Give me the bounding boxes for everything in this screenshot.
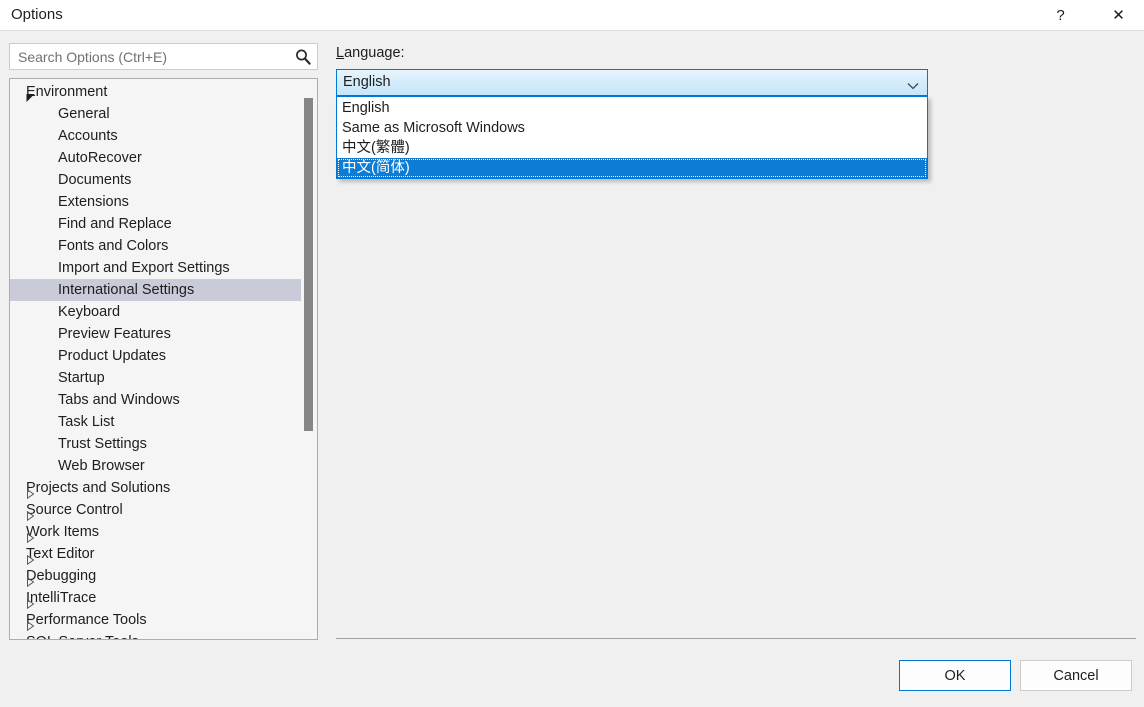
language-combobox[interactable]: English [336,69,928,96]
language-label: Language: [336,45,405,61]
dropdown-option[interactable]: 中文(简体) [337,158,927,178]
help-button[interactable]: ? [1038,0,1083,31]
tree-item-source-control[interactable]: Source Control [10,499,302,522]
tree-item-label: Startup [58,370,105,386]
tree-item-documents[interactable]: Documents [10,169,302,191]
tree-item-label: Performance Tools [26,612,147,628]
tree-item-tabs-and-windows[interactable]: Tabs and Windows [10,389,302,411]
tree-item-performance-tools[interactable]: Performance Tools [10,609,302,632]
triangle-right-icon[interactable] [26,506,36,522]
language-dropdown-list[interactable]: English Same as Microsoft Windows 中文(繁體) 中文… [336,96,928,179]
title-bar: Options ? ✕ [0,0,1144,31]
tree-item-label: Preview Features [58,326,171,342]
tree-item-accounts[interactable]: Accounts [10,125,302,147]
tree-scrollbar[interactable] [301,80,316,639]
tree-item-label: Import and Export Settings [58,260,230,276]
tree-item-label: IntelliTrace [26,590,97,606]
search-box[interactable] [9,43,318,70]
tree-item-task-list[interactable]: Task List [10,411,302,433]
options-tree-list: Environment General Accounts AutoRecover Doc… [10,81,302,639]
footer-separator [336,638,1136,639]
tree-item-text-editor[interactable]: Text Editor [10,543,302,566]
close-icon: ✕ [1112,7,1125,24]
question-mark-icon: ? [1056,7,1065,24]
tree-item-preview-features[interactable]: Preview Features [10,323,302,345]
dropdown-option[interactable]: 中文(繁體) [337,138,927,158]
tree-item-debugging[interactable]: Debugging [10,565,302,588]
tree-item-label: Documents [58,172,132,188]
chevron-down-icon[interactable] [907,78,919,90]
window-title: Options [11,6,63,23]
triangle-right-icon[interactable] [26,550,36,566]
tree-item-international-settings[interactable]: International Settings [10,279,302,301]
tree-item-label: Projects and Solutions [26,480,171,496]
close-button[interactable]: ✕ [1096,0,1141,31]
triangle-right-icon[interactable] [26,616,36,632]
tree-item-label: Task List [58,414,115,430]
tree-item-label: Environment [26,84,108,100]
tree-item-projects-and-solutions[interactable]: Projects and Solutions [10,477,302,500]
dropdown-option[interactable]: Same as Microsoft Windows [337,118,927,138]
language-combobox-value: English [343,74,391,90]
options-tree-panel[interactable]: Environment General Accounts AutoRecover Doc… [9,78,318,640]
tree-item-intellitrace[interactable]: IntelliTrace [10,587,302,610]
tree-item-label: General [58,106,110,122]
tree-item-label: Accounts [58,128,118,144]
tree-item-label: Tabs and Windows [58,392,180,408]
triangle-right-icon[interactable] [26,572,36,588]
tree-item-general[interactable]: General [10,103,302,125]
tree-item-label: SQL Server Tools [26,631,139,639]
tree-item-label: International Settings [58,282,195,298]
tree-item-find-and-replace[interactable]: Find and Replace [10,213,302,235]
tree-item-startup[interactable]: Startup [10,367,302,389]
tree-item-label: Trust Settings [58,436,147,452]
tree-item-environment[interactable]: Environment [10,81,302,103]
tree-item-label: Fonts and Colors [58,238,169,254]
ok-button[interactable]: OK [899,660,1011,691]
tree-item-product-updates[interactable]: Product Updates [10,345,302,367]
tree-item-sql-server-tools[interactable]: SQL Server Tools [10,631,302,639]
tree-scrollbar-thumb[interactable] [304,98,313,431]
tree-item-label: Find and Replace [58,216,172,232]
triangle-right-icon[interactable] [26,594,36,610]
search-input[interactable] [18,44,288,69]
dropdown-option[interactable]: English [337,98,927,118]
cancel-button[interactable]: Cancel [1020,660,1132,691]
tree-item-work-items[interactable]: Work Items [10,521,302,544]
tree-item-extensions[interactable]: Extensions [10,191,302,213]
search-icon[interactable] [294,48,312,66]
tree-item-web-browser[interactable]: Web Browser [10,455,302,477]
language-label-accesskey: L [336,45,345,61]
tree-item-label: AutoRecover [58,150,142,166]
triangle-right-icon[interactable] [26,638,36,639]
tree-item-label: Work Items [26,524,100,540]
triangle-right-icon[interactable] [26,484,36,500]
tree-item-label: Extensions [58,194,129,210]
tree-item-fonts-and-colors[interactable]: Fonts and Colors [10,235,302,257]
tree-item-trust-settings[interactable]: Trust Settings [10,433,302,455]
tree-item-label: Web Browser [58,458,145,474]
tree-item-label: Debugging [26,568,97,584]
tree-item-keyboard[interactable]: Keyboard [10,301,302,323]
tree-item-label: Text Editor [26,546,95,562]
language-label-rest: anguage: [344,45,405,61]
tree-item-autorecover[interactable]: AutoRecover [10,147,302,169]
triangle-down-icon[interactable] [26,88,36,102]
triangle-right-icon[interactable] [26,528,36,544]
tree-item-label: Keyboard [58,304,121,320]
tree-item-label: Product Updates [58,348,167,364]
tree-item-import-and-export-settings[interactable]: Import and Export Settings [10,257,302,279]
tree-item-label: Source Control [26,502,123,518]
